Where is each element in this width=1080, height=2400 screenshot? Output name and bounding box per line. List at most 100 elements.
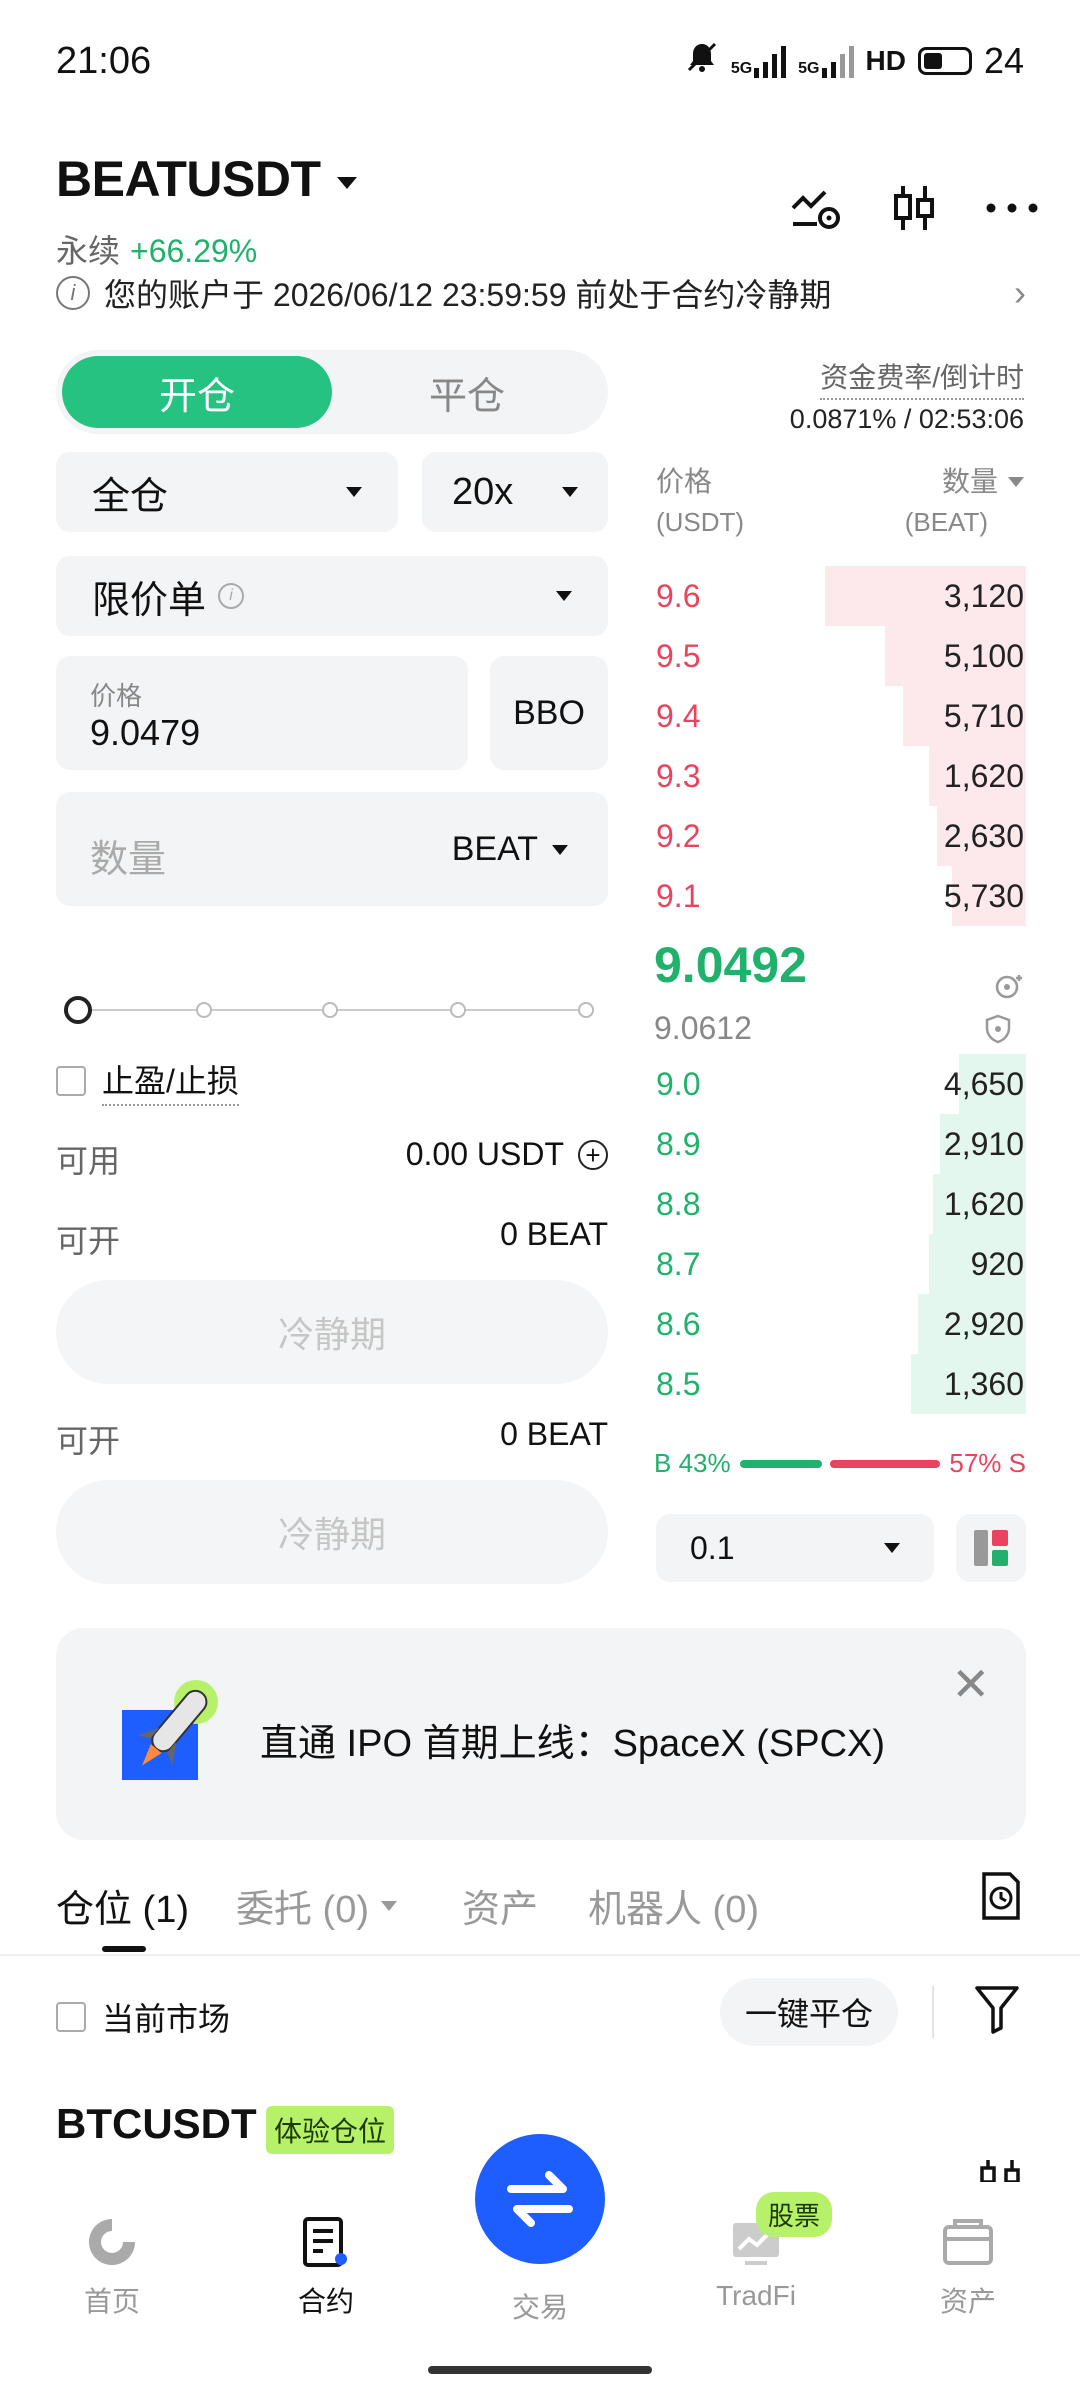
sell-ratio-bar [830, 1460, 940, 1468]
bid-price: 8.7 [656, 1246, 701, 1282]
leverage-select[interactable]: 20x [422, 452, 608, 532]
position-symbol[interactable]: BTCUSDT [56, 2100, 257, 2148]
candlestick-icon[interactable] [886, 180, 942, 236]
nav-assets[interactable]: 资产 [898, 2212, 1038, 2320]
ask-row[interactable]: 9.2 2,630 [654, 806, 1026, 866]
nav-futures-label: 合约 [297, 2286, 354, 2317]
open-long-button[interactable]: 冷静期 [56, 1280, 608, 1384]
add-funds-icon[interactable]: + [578, 1139, 608, 1170]
bid-row[interactable]: 8.5 1,360 [654, 1354, 1026, 1414]
precision-value: 0.1 [690, 1529, 735, 1566]
available-label: 可用 [56, 1143, 121, 1179]
price-field-label: 价格 [90, 681, 143, 711]
orderbook-qty-header[interactable]: 数量 (BEAT) [905, 462, 1024, 542]
quantity-input[interactable]: 数量 [90, 828, 166, 883]
tpsl-checkbox[interactable] [56, 1066, 86, 1096]
mute-bell-icon [685, 40, 719, 82]
bid-price: 8.8 [656, 1186, 701, 1222]
tab-positions[interactable]: 仓位 (1) [56, 1878, 189, 1933]
home-indicator[interactable] [428, 2366, 652, 2374]
pair-selector[interactable]: BEATUSDT [56, 150, 357, 208]
ask-price: 9.4 [656, 698, 701, 734]
current-market-filter[interactable]: 当前市场 [56, 1994, 230, 2040]
nav-trade-label-wrap: 交易 [470, 2286, 610, 2326]
ask-quantity: 3,120 [943, 578, 1024, 614]
quantity-slider[interactable] [64, 996, 594, 1024]
chevron-down-icon [336, 176, 357, 189]
tab-orders[interactable]: 委托 (0) [236, 1878, 398, 1933]
ask-price: 9.6 [656, 578, 701, 614]
filter-divider [932, 1986, 934, 2038]
slider-step[interactable] [450, 1002, 466, 1018]
chevron-down-icon [346, 487, 362, 497]
open-short-button[interactable]: 冷静期 [56, 1480, 608, 1584]
shield-icon[interactable] [984, 1014, 1012, 1049]
buy-sell-ratio: B 43% 57% S [654, 1448, 1026, 1478]
network-label-2: 5G [798, 60, 820, 77]
slider-step[interactable] [578, 1002, 594, 1018]
tab-close[interactable]: 平仓 [332, 356, 602, 428]
slider-step[interactable] [196, 1002, 212, 1018]
last-price[interactable]: 9.0492 [654, 936, 807, 994]
bid-row[interactable]: 8.6 2,920 [654, 1294, 1026, 1354]
bid-quantity: 2,910 [943, 1126, 1024, 1162]
ask-row[interactable]: 9.4 5,710 [654, 686, 1026, 746]
position-tabs: 仓位 (1) 委托 (0) 资产 机器人 (0) [56, 1870, 1026, 1952]
tpsl-toggle[interactable]: 止盈/止损 [56, 1056, 239, 1106]
nav-trade-label: 交易 [511, 2292, 568, 2323]
promo-banner[interactable]: 直通 IPO 首期上线：SpaceX (SPCX) ✕ [56, 1628, 1026, 1840]
tab-bots[interactable]: 机器人 (0) [588, 1878, 759, 1933]
banner-text: 直通 IPO 首期上线：SpaceX (SPCX) [260, 1723, 886, 1765]
funding-rate-value: 0.0871% / 02:53:06 [789, 404, 1024, 434]
nav-home-label: 首页 [83, 2286, 140, 2317]
price-input[interactable]: 9.0479 [90, 712, 200, 754]
chart-icon[interactable] [978, 2160, 1024, 2187]
ask-row[interactable]: 9.6 3,120 [654, 566, 1026, 626]
ask-price: 9.1 [656, 878, 701, 914]
quantity-field[interactable]: 数量 BEAT [56, 792, 608, 906]
bid-row[interactable]: 8.7 920 [654, 1234, 1026, 1294]
current-market-checkbox[interactable] [56, 2002, 86, 2032]
can-open-value-2: 0 BEAT [500, 1416, 608, 1452]
bid-row[interactable]: 8.9 2,910 [654, 1114, 1026, 1174]
nav-home[interactable]: 首页 [42, 2212, 182, 2320]
ask-row[interactable]: 9.5 5,100 [654, 626, 1026, 686]
orderbook-layout-icon[interactable] [956, 1514, 1026, 1582]
bid-row[interactable]: 8.8 1,620 [654, 1174, 1026, 1234]
sell-ratio: 57% S [949, 1448, 1026, 1478]
order-type-select[interactable]: 限价单 i [56, 556, 608, 636]
trade-button[interactable] [475, 2134, 605, 2264]
ask-row[interactable]: 9.3 1,620 [654, 746, 1026, 806]
price-change: +66.29% [130, 233, 258, 269]
slider-knob[interactable] [64, 996, 92, 1024]
info-icon[interactable]: i [218, 583, 245, 609]
slider-step[interactable] [322, 1002, 338, 1018]
nav-futures[interactable]: 合约 [256, 2212, 396, 2320]
nav-tradfi-label: TradFi [716, 2280, 796, 2311]
precision-select[interactable]: 0.1 [656, 1514, 934, 1582]
margin-mode-select[interactable]: 全仓 [56, 452, 398, 532]
battery-icon [917, 47, 972, 75]
price-alert-icon[interactable] [994, 972, 1024, 1007]
filter-icon[interactable] [974, 1984, 1020, 2039]
ask-quantity: 1,620 [943, 758, 1024, 794]
funding-rate-label[interactable]: 资金费率/倒计时 [820, 356, 1024, 400]
price-field[interactable]: 价格 9.0479 [56, 656, 468, 770]
history-icon[interactable] [980, 1872, 1022, 1930]
available-row: 0.00 USDT + [406, 1136, 608, 1173]
bbo-button[interactable]: BBO [490, 656, 608, 770]
ask-row[interactable]: 9.1 5,730 [654, 866, 1026, 926]
tab-open[interactable]: 开仓 [62, 356, 332, 428]
bid-row[interactable]: 9.0 4,650 [654, 1054, 1026, 1114]
close-icon[interactable]: ✕ [951, 1661, 990, 1707]
bid-price: 8.5 [656, 1366, 701, 1402]
cooldown-notice[interactable]: i 您的账户于 2026/06/12 23:59:59 前处于合约冷静期 › [56, 270, 1026, 316]
close-all-button[interactable]: 一键平仓 [720, 1978, 898, 2046]
bid-quantity: 1,620 [943, 1186, 1024, 1222]
ask-quantity: 2,630 [943, 818, 1024, 854]
trend-settings-icon[interactable] [788, 180, 844, 236]
tab-assets[interactable]: 资产 [462, 1878, 538, 1933]
ask-price: 9.3 [656, 758, 701, 794]
quantity-unit-select[interactable]: BEAT [452, 830, 568, 869]
more-icon[interactable] [984, 180, 1040, 236]
